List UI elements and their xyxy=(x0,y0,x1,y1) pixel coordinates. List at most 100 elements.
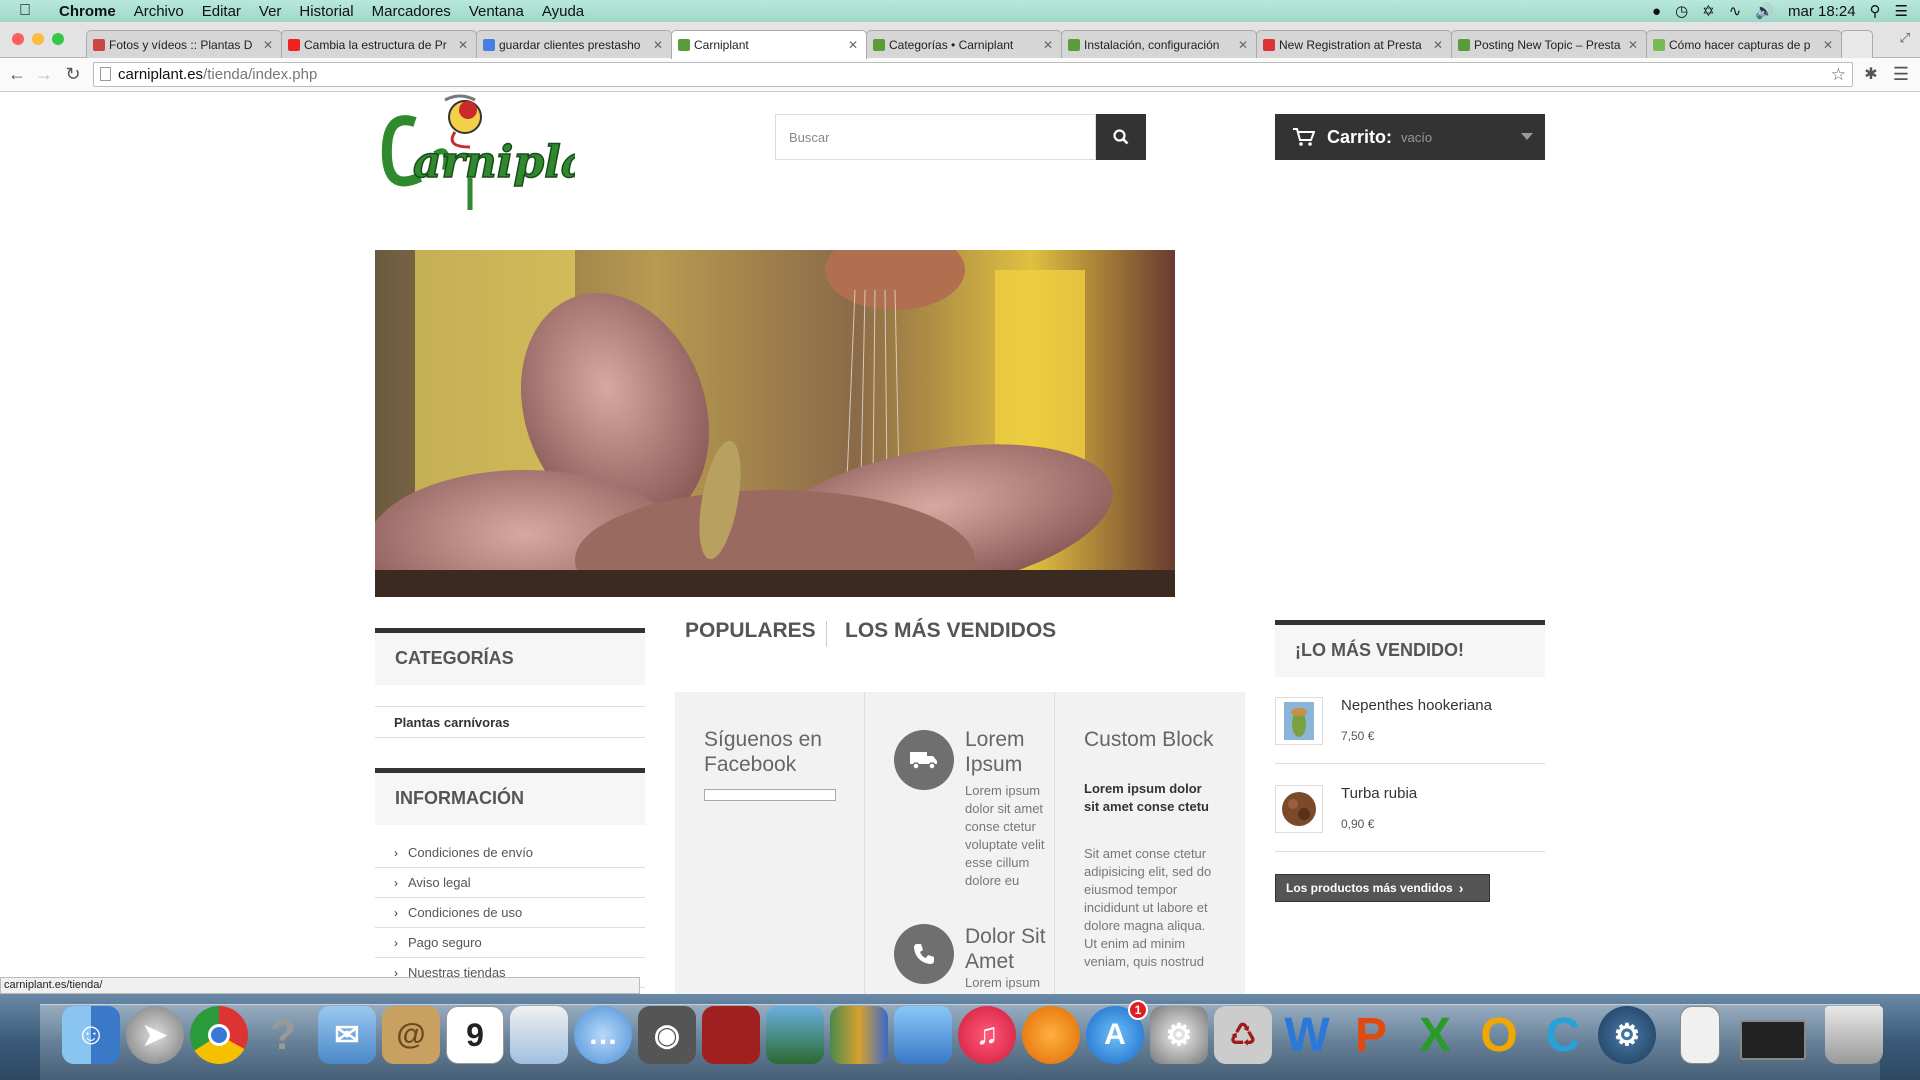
facebook-widget[interactable] xyxy=(704,789,836,801)
browser-tab[interactable]: Cómo hacer capturas de p ✕ xyxy=(1646,30,1842,58)
preview-icon[interactable] xyxy=(510,1006,568,1064)
spotlight-icon[interactable]: ⚲ xyxy=(1870,2,1881,20)
browser-tab[interactable]: Instalación, configuración ✕ xyxy=(1061,30,1257,58)
search-input[interactable]: Buscar xyxy=(775,114,1096,160)
preferences-icon[interactable]: ⚙ xyxy=(1150,1006,1208,1064)
powerpoint-icon[interactable]: P xyxy=(1342,1006,1400,1064)
tab-close-icon[interactable]: ✕ xyxy=(1433,38,1443,52)
launchpad-icon[interactable]: ➤ xyxy=(126,1006,184,1064)
fullscreen-icon[interactable]: ⤢ xyxy=(1900,30,1910,46)
bestseller-product[interactable]: Nepenthes hookeriana 7,50 € xyxy=(1275,697,1545,764)
tab-close-icon[interactable]: ✕ xyxy=(1238,38,1248,52)
monitor-icon[interactable] xyxy=(1740,1020,1806,1060)
menu-ayuda[interactable]: Ayuda xyxy=(533,3,593,20)
custom-bold-text: Lorem ipsum dolor sit amet conse ctetu xyxy=(1084,781,1209,814)
c-icon[interactable]: C xyxy=(1534,1006,1592,1064)
contacts-icon[interactable]: @ xyxy=(382,1006,440,1064)
notification-icon[interactable]: ● xyxy=(1652,3,1661,20)
apple-icon[interactable]:  xyxy=(0,2,50,20)
pdf-icon[interactable]: ♺ xyxy=(1214,1006,1272,1064)
tab-close-icon[interactable]: ✕ xyxy=(263,38,273,52)
info-link-aviso-legal[interactable]: › Aviso legal xyxy=(375,868,645,898)
menu-editar[interactable]: Editar xyxy=(193,3,250,20)
all-bestsellers-button[interactable]: Los productos más vendidos › xyxy=(1275,874,1490,902)
chevron-right-icon: › xyxy=(394,845,398,860)
tab-mas-vendidos[interactable]: LOS MÁS VENDIDOS xyxy=(845,619,1056,643)
info-link-condiciones-uso[interactable]: › Condiciones de uso xyxy=(375,898,645,928)
cart-button[interactable]: Carrito: vacío xyxy=(1275,114,1545,160)
info-link-envio[interactable]: › Condiciones de envío xyxy=(375,838,645,868)
outlook-icon[interactable]: O xyxy=(1470,1006,1528,1064)
product-thumbnail[interactable] xyxy=(1275,697,1323,745)
document-icon[interactable] xyxy=(1680,1006,1720,1064)
menu-historial[interactable]: Historial xyxy=(290,3,362,20)
new-tab-button[interactable] xyxy=(1841,30,1873,58)
menu-app-name[interactable]: Chrome xyxy=(50,3,125,20)
browser-tab[interactable]: Cambia la estructura de Pr ✕ xyxy=(281,30,477,58)
appstore-icon[interactable]: A1 xyxy=(1086,1000,1148,1064)
iphoto-icon[interactable] xyxy=(766,1006,824,1064)
extension-icon[interactable]: ✱ xyxy=(1860,64,1882,84)
menu-ver[interactable]: Ver xyxy=(250,3,291,20)
reload-icon[interactable]: ↻ xyxy=(62,64,84,85)
tab-close-icon[interactable]: ✕ xyxy=(1628,38,1638,52)
browser-tab-active[interactable]: Carniplant ✕ xyxy=(671,30,867,59)
menu-archivo[interactable]: Archivo xyxy=(125,3,193,20)
home-slider-image[interactable] xyxy=(375,250,1175,597)
tab-close-icon[interactable]: ✕ xyxy=(653,38,663,52)
menu-clock[interactable]: mar 18:24 xyxy=(1788,3,1856,20)
back-icon[interactable]: ← xyxy=(6,64,28,85)
messages-icon[interactable]: … xyxy=(574,1006,632,1064)
help-icon[interactable]: ? xyxy=(254,1006,312,1064)
product-name[interactable]: Turba rubia xyxy=(1341,785,1417,802)
facetime-icon[interactable]: ◉ xyxy=(638,1006,696,1064)
chevron-right-icon: › xyxy=(1458,880,1464,896)
browser-tab[interactable]: New Registration at Presta ✕ xyxy=(1256,30,1452,58)
tab-populares[interactable]: POPULARES xyxy=(685,619,816,643)
finder-icon[interactable]: ☺ xyxy=(62,1006,120,1064)
trash-icon[interactable] xyxy=(1825,1006,1883,1064)
product-thumbnail[interactable] xyxy=(1275,785,1323,833)
tab-close-icon[interactable]: ✕ xyxy=(848,38,858,52)
excel-icon[interactable]: X xyxy=(1406,1006,1464,1064)
ibooks-icon[interactable] xyxy=(1022,1006,1080,1064)
menu-ventana[interactable]: Ventana xyxy=(460,3,533,20)
keynote-icon[interactable] xyxy=(894,1006,952,1064)
browser-tab[interactable]: Posting New Topic – Presta ✕ xyxy=(1451,30,1647,58)
browser-tab[interactable]: Fotos y vídeos :: Plantas D ✕ xyxy=(86,30,282,58)
wifi-icon[interactable]: ∿ xyxy=(1729,2,1742,20)
leaf-icon xyxy=(873,38,885,51)
browser-tab[interactable]: guardar clientes prestasho ✕ xyxy=(476,30,672,58)
itunes-icon[interactable]: ♫ xyxy=(958,1006,1016,1064)
volume-icon[interactable]: 🔊 xyxy=(1755,2,1774,20)
info-link-pago-seguro[interactable]: › Pago seguro xyxy=(375,928,645,958)
word-icon[interactable]: W xyxy=(1278,1006,1336,1064)
minimize-window-button[interactable] xyxy=(32,33,44,45)
bestseller-product[interactable]: Turba rubia 0,90 € xyxy=(1275,785,1545,852)
browser-tab[interactable]: Categorías • Carniplant ✕ xyxy=(866,30,1062,58)
tab-close-icon[interactable]: ✕ xyxy=(1043,38,1053,52)
calendar-icon[interactable]: 9 xyxy=(446,1006,504,1064)
forward-icon[interactable]: → xyxy=(33,64,55,85)
carniplant-logo[interactable]: arniplant xyxy=(375,92,642,217)
category-link[interactable]: Plantas carnívoras xyxy=(375,706,645,738)
photobooth-icon[interactable] xyxy=(702,1006,760,1064)
site-icon xyxy=(93,38,105,51)
zoom-window-button[interactable] xyxy=(52,33,64,45)
notification-center-icon[interactable]: ☰ xyxy=(1895,2,1908,20)
steam-icon[interactable]: ⚙ xyxy=(1598,1006,1656,1064)
bluetooth-icon[interactable]: ✡ xyxy=(1702,2,1715,20)
chrome-icon[interactable] xyxy=(190,1006,248,1064)
product-name[interactable]: Nepenthes hookeriana xyxy=(1341,697,1492,714)
bookmark-star-icon[interactable]: ☆ xyxy=(1831,65,1846,85)
search-button[interactable] xyxy=(1096,114,1146,160)
time-machine-icon[interactable]: ◷ xyxy=(1675,2,1688,20)
close-window-button[interactable] xyxy=(12,33,24,45)
address-bar[interactable]: carniplant.es/tienda/index.php ☆ xyxy=(93,62,1853,87)
numbers-icon[interactable] xyxy=(830,1006,888,1064)
mail-icon[interactable]: ✉ xyxy=(318,1006,376,1064)
menu-marcadores[interactable]: Marcadores xyxy=(363,3,460,20)
tab-close-icon[interactable]: ✕ xyxy=(1823,38,1833,52)
tab-close-icon[interactable]: ✕ xyxy=(458,38,468,52)
chrome-menu-icon[interactable]: ☰ xyxy=(1890,64,1912,85)
